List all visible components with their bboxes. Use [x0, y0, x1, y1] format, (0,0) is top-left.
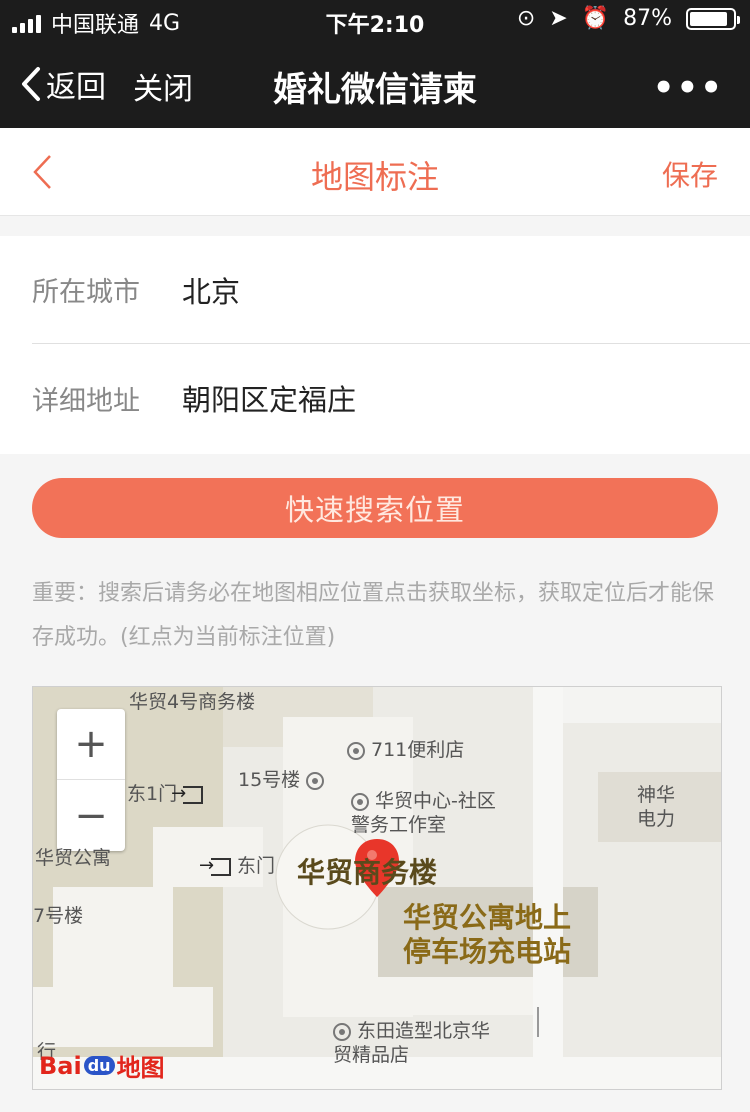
city-label: 所在城市 [32, 277, 140, 308]
logo-bai: Bai [39, 1051, 82, 1080]
poi-icon [351, 792, 369, 811]
label-text: 15号楼 [238, 769, 301, 791]
map-label-dongtian: 东田造型北京华 贸精品店 [333, 1019, 490, 1067]
battery-percent: 87% [623, 6, 672, 31]
page-title: 婚礼微信请柬 [273, 70, 477, 110]
logo-map-word: 地图 [116, 1054, 165, 1082]
label-text: 华贸中心-社区 警务工作室 [351, 790, 496, 836]
building-icon [306, 771, 325, 790]
logo-du: du [83, 1056, 115, 1075]
more-button[interactable]: ••• [653, 68, 724, 108]
label-text: 东1门 [127, 783, 178, 805]
label-text: 神华 电力 [637, 784, 676, 830]
location-form: 所在城市 北京 详细地址 朝阳区定福庄 [0, 236, 750, 454]
status-right: ⊙ ➤ ⏰ 87% [516, 6, 740, 31]
alarm-icon: ⏰ [581, 6, 610, 31]
gate-icon [199, 855, 231, 876]
quick-search-button[interactable]: 快速搜索位置 [32, 478, 718, 538]
map-label-shenhua: 神华 电力 [637, 783, 675, 831]
address-row[interactable]: 详细地址 朝阳区定福庄 [32, 344, 750, 452]
battery-icon [686, 7, 740, 30]
notice-text: 重要：搜索后请务必在地图相应位置点击获取坐标，获取定位后才能保存成功。(红点为当… [32, 581, 715, 650]
header-title: 地图标注 [310, 158, 439, 196]
status-bar: 中国联通 4G 下午2:10 ⊙ ➤ ⏰ 87% [0, 0, 750, 40]
label-text: 东门 [237, 855, 276, 877]
shop-icon [333, 1022, 351, 1041]
map-label-711: 711便利店 [347, 735, 464, 762]
map-callout-charging-station: 华贸公寓地上 停车场充电站 [403, 901, 572, 968]
map-label-building-15: 15号楼 [238, 765, 330, 792]
save-button[interactable]: 保存 [662, 154, 718, 194]
gate-icon [171, 783, 204, 804]
city-row[interactable]: 所在城市 北京 [32, 236, 750, 344]
map-label-east-gate: 东门 [199, 851, 276, 878]
city-field[interactable]: 北京 [182, 269, 240, 311]
map-label-building-4: 华贸4号商务楼 [129, 691, 256, 713]
label-text: 711便利店 [371, 739, 465, 761]
rotation-lock-icon: ⊙ [516, 6, 536, 31]
map-label-community: 华贸中心-社区 警务工作室 [351, 789, 496, 837]
zoom-out-button[interactable]: − [57, 780, 125, 851]
zoom-control: + − [57, 709, 125, 851]
location-icon: ➤ [549, 6, 568, 31]
address-field[interactable]: 朝阳区定福庄 [182, 377, 356, 419]
baidu-map-logo: Bai du 地图 [39, 1048, 165, 1083]
map-label-main-building: 华贸商务楼 [297, 856, 438, 889]
map-label-building-7: 7号楼 [33, 905, 84, 927]
map-label-east-gate-1: 东1门 [127, 779, 204, 806]
zoom-in-button[interactable]: + [57, 709, 125, 780]
address-label: 详细地址 [32, 385, 140, 417]
shop-icon [347, 741, 365, 760]
map-label-apartment: 华贸公寓 [35, 847, 112, 869]
wechat-nav-bar: 返回 关闭 婚礼微信请柬 ••• [0, 40, 750, 128]
label-text: 东田造型北京华 贸精品店 [333, 1020, 491, 1066]
page-header: 地图标注 保存 [0, 128, 750, 216]
map-view[interactable]: + − 华贸4号商务楼 711便利店 东1门 15号楼 华贸中心-社区 警务工作… [32, 686, 722, 1090]
